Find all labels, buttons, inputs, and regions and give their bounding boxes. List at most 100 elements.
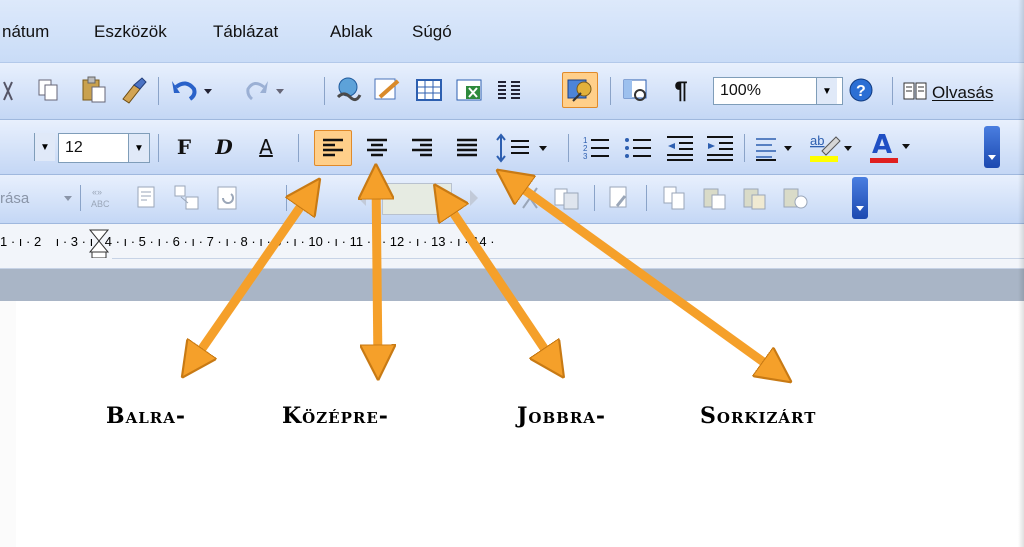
show-hide-icon[interactable]: ¶ <box>668 77 694 105</box>
separator <box>744 134 745 162</box>
frame-shadow <box>1018 0 1024 547</box>
separator <box>158 134 159 162</box>
svg-text:3: 3 <box>583 152 588 161</box>
label-justify: Sorkizárt <box>700 403 817 429</box>
read-icon[interactable] <box>902 77 928 103</box>
ruler-marks: 1 · ı · 2 ı · 3 · ı · 4 · ı · 5 · ı · 6 … <box>0 234 495 249</box>
horizontal-ruler[interactable]: 1 · ı · 2 ı · 3 · ı · 4 · ı · 5 · ı · 6 … <box>0 224 1024 269</box>
font-color-icon[interactable]: A <box>866 130 916 164</box>
numbering-icon[interactable]: 123 <box>580 132 612 164</box>
zoom-value: 100% <box>720 82 761 99</box>
line-spacing-button[interactable] <box>494 132 560 164</box>
separator <box>80 185 81 211</box>
svg-text:?: ? <box>856 83 866 100</box>
insert-excel-icon[interactable] <box>454 75 484 105</box>
new-comment-icon[interactable] <box>134 183 160 213</box>
font-dropdown-icon[interactable]: ▼ <box>34 133 55 161</box>
paste-special-icon[interactable] <box>740 183 770 213</box>
separator <box>286 185 287 211</box>
drawing-icon[interactable] <box>562 72 598 108</box>
paste-icon[interactable] <box>80 75 108 105</box>
menu-tools[interactable]: Eszközök <box>94 22 167 42</box>
separator <box>892 77 893 105</box>
align-center-icon <box>367 138 387 157</box>
justify-icon <box>457 138 477 157</box>
ruler-baseline <box>112 258 1024 259</box>
track-changes-icon[interactable] <box>172 183 202 213</box>
toolbar-options-icon[interactable] <box>984 126 1000 168</box>
insert-table-icon[interactable] <box>414 75 444 105</box>
menu-format[interactable]: nátum <box>2 22 49 42</box>
menu-window[interactable]: Ablak <box>330 22 373 42</box>
highlight-label: ab <box>810 133 824 148</box>
justify-button[interactable] <box>450 132 484 164</box>
bold-button[interactable]: F <box>172 133 196 161</box>
align-right-button[interactable] <box>405 132 439 164</box>
label-center: Középre- <box>282 403 389 429</box>
reject-change-icon[interactable] <box>516 183 544 213</box>
markup-menu-label[interactable]: rása <box>0 190 29 207</box>
help-icon[interactable]: ? <box>846 75 876 105</box>
borders-icon[interactable] <box>752 132 802 164</box>
arrow-right-icon[interactable] <box>462 185 486 211</box>
copy-icon[interactable] <box>36 77 60 103</box>
align-right-icon <box>412 138 432 157</box>
bullets-icon[interactable] <box>622 132 654 164</box>
hyperlink-icon[interactable] <box>334 75 364 105</box>
paste-link-icon[interactable] <box>780 183 810 213</box>
italic-button[interactable]: D <box>212 133 236 161</box>
align-left-icon <box>323 138 343 157</box>
arrow-left-icon[interactable] <box>350 185 374 211</box>
font-color-swatch <box>870 158 898 163</box>
separator <box>324 77 325 105</box>
font-size-dropdown-icon[interactable]: ▼ <box>128 134 149 162</box>
tables-borders-icon[interactable] <box>372 75 402 105</box>
word-window: nátum Eszközök Táblázat Ablak Súgó ¶ 100… <box>0 0 1024 547</box>
label-left: Balra- <box>106 403 187 429</box>
svg-text:«»: «» <box>92 187 102 197</box>
previous-change-icon[interactable] <box>294 187 312 211</box>
format-painter-icon[interactable] <box>118 75 148 105</box>
document-map-icon[interactable] <box>620 75 650 105</box>
review-toolbar-options-icon[interactable] <box>852 177 868 219</box>
separator <box>568 134 569 162</box>
cut-icon[interactable] <box>0 79 18 103</box>
indent-marker-icon[interactable] <box>88 228 110 258</box>
menu-help[interactable]: Súgó <box>412 22 452 42</box>
abc-label: ABC <box>91 199 110 209</box>
increase-indent-icon[interactable] <box>704 132 736 164</box>
line-spacing-icon <box>496 133 547 163</box>
underline-button[interactable]: A <box>254 133 278 161</box>
align-left-button[interactable] <box>314 130 352 166</box>
standard-toolbar: ¶ 100% ▼ ? Olvasás <box>0 63 1024 120</box>
redo-icon[interactable] <box>244 75 290 105</box>
spelling-icon[interactable]: «» ABC <box>90 183 120 213</box>
font-color-label: A <box>872 130 893 160</box>
markup-dropdown-icon[interactable] <box>64 196 74 204</box>
accept-change-icon[interactable] <box>214 183 242 213</box>
separator <box>646 185 647 211</box>
highlight-icon[interactable]: ab <box>808 130 858 164</box>
paste-disabled-icon[interactable] <box>700 183 730 213</box>
decrease-indent-icon[interactable] <box>664 132 696 164</box>
compare-icon[interactable] <box>552 183 582 213</box>
menu-table[interactable]: Táblázat <box>213 22 278 42</box>
separator <box>298 134 299 162</box>
highlight-changes-icon[interactable] <box>606 183 632 213</box>
reviewing-toolbar: rása «» ABC <box>0 175 1024 224</box>
read-label[interactable]: Olvasás <box>932 83 993 103</box>
formatting-toolbar: ▼ 12 ▼ F D A 123 ab A <box>0 120 1024 175</box>
font-size-value: 12 <box>65 139 83 156</box>
separator <box>158 77 159 105</box>
separator <box>610 77 611 105</box>
align-center-button[interactable] <box>360 132 394 164</box>
reviewer-box[interactable] <box>382 183 452 215</box>
page-gap <box>0 269 1024 301</box>
copy-disabled-icon[interactable] <box>660 183 690 213</box>
label-right: Jobbra- <box>517 403 607 429</box>
undo-icon[interactable] <box>170 75 216 105</box>
zoom-dropdown-icon[interactable]: ▼ <box>816 78 837 104</box>
separator <box>594 185 595 211</box>
columns-icon[interactable] <box>494 75 524 105</box>
menu-bar: nátum Eszközök Táblázat Ablak Súgó <box>0 0 1024 63</box>
